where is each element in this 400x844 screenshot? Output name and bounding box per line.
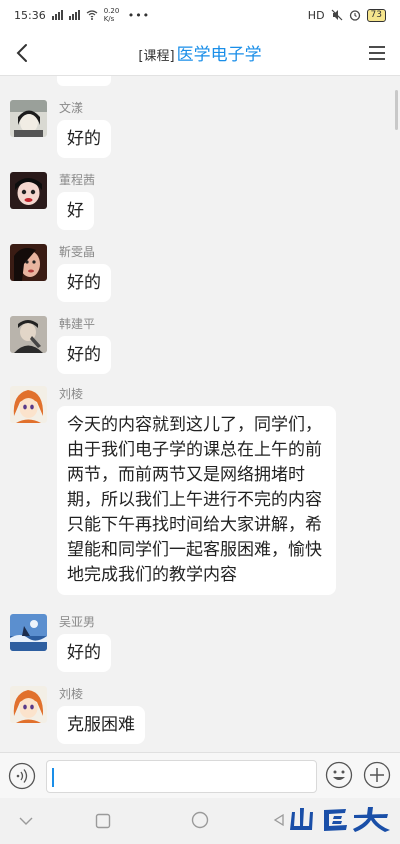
chat-message-list[interactable]: 文漾 好的 董程茜 好 靳雯晶 好的 韩建平 好的 刘棱 今天的内容就到这儿了，… — [0, 76, 400, 752]
avatar[interactable] — [10, 244, 47, 281]
battery-indicator: 73 — [366, 8, 386, 22]
avatar[interactable] — [10, 614, 47, 651]
sender-name: 刘棱 — [59, 387, 84, 401]
network-speed: 0.20 K/s — [103, 7, 120, 23]
avatar[interactable] — [10, 172, 47, 209]
message-bubble[interactable]: 克服困难 — [57, 706, 145, 744]
text-caret — [52, 768, 54, 787]
list-item: 吴亚男 好的 — [10, 614, 390, 674]
system-nav-bar — [0, 798, 400, 844]
previous-message-bubble — [57, 76, 111, 86]
avatar[interactable] — [10, 686, 47, 723]
list-item: 韩建平 好的 — [10, 316, 390, 376]
emoji-icon[interactable] — [325, 761, 353, 789]
university-logo-watermark — [290, 807, 390, 832]
nav-home-circle-icon[interactable] — [191, 811, 209, 829]
list-item: 文漾 好的 — [10, 100, 390, 160]
message-bubble[interactable]: 好的 — [57, 264, 111, 302]
sender-name: 刘棱 — [59, 687, 84, 701]
wifi-icon — [86, 10, 98, 20]
status-time: 15:36 — [14, 8, 46, 22]
plus-icon[interactable] — [363, 761, 391, 789]
message-bubble[interactable]: 好的 — [57, 120, 111, 158]
chat-header: [课程] 医学电子学 — [0, 30, 400, 76]
course-tag: [课程] — [138, 49, 175, 64]
status-bar: 15:36 0.20 K/s ••• HD 73 — [0, 0, 400, 30]
sender-name: 董程茜 — [59, 173, 96, 187]
mute-icon — [331, 9, 342, 21]
message-input-bar — [0, 752, 400, 798]
scrollbar[interactable] — [395, 90, 398, 130]
sender-name: 韩建平 — [59, 317, 96, 331]
list-item: 靳雯晶 好的 — [10, 244, 390, 304]
signal-icon-2 — [68, 10, 80, 20]
avatar[interactable] — [10, 100, 47, 137]
list-item: 刘棱 克服困难 — [10, 686, 390, 746]
avatar[interactable] — [10, 316, 47, 353]
message-bubble[interactable]: 好的 — [57, 336, 111, 374]
voice-input-icon[interactable] — [8, 762, 36, 790]
message-bubble[interactable]: 好 — [57, 192, 94, 230]
page-title: [课程] 医学电子学 — [138, 40, 261, 65]
hd-label: HD — [307, 8, 325, 22]
avatar[interactable] — [10, 386, 47, 423]
nav-square-icon[interactable] — [95, 813, 111, 829]
list-item: 刘棱 今天的内容就到这儿了，同学们，由于我们电子学的课总在上午的前两节，而前两节… — [10, 386, 390, 606]
message-input[interactable] — [46, 760, 317, 793]
chevron-left-icon[interactable] — [12, 42, 34, 64]
sender-name: 靳雯晶 — [59, 245, 96, 259]
list-item: 董程茜 好 — [10, 172, 390, 232]
alarm-icon — [349, 10, 360, 21]
message-bubble[interactable]: 今天的内容就到这儿了，同学们，由于我们电子学的课总在上午的前两节，而前两节又是网… — [57, 406, 336, 595]
more-dots-icon: ••• — [127, 8, 151, 22]
message-bubble[interactable]: 好的 — [57, 634, 111, 672]
group-name: 医学电子学 — [176, 45, 262, 65]
sender-name: 文漾 — [59, 101, 84, 115]
hamburger-menu-icon[interactable] — [366, 42, 388, 64]
signal-icon — [51, 10, 63, 20]
sender-name: 吴亚男 — [59, 615, 96, 629]
nav-back-icon[interactable] — [18, 813, 34, 829]
